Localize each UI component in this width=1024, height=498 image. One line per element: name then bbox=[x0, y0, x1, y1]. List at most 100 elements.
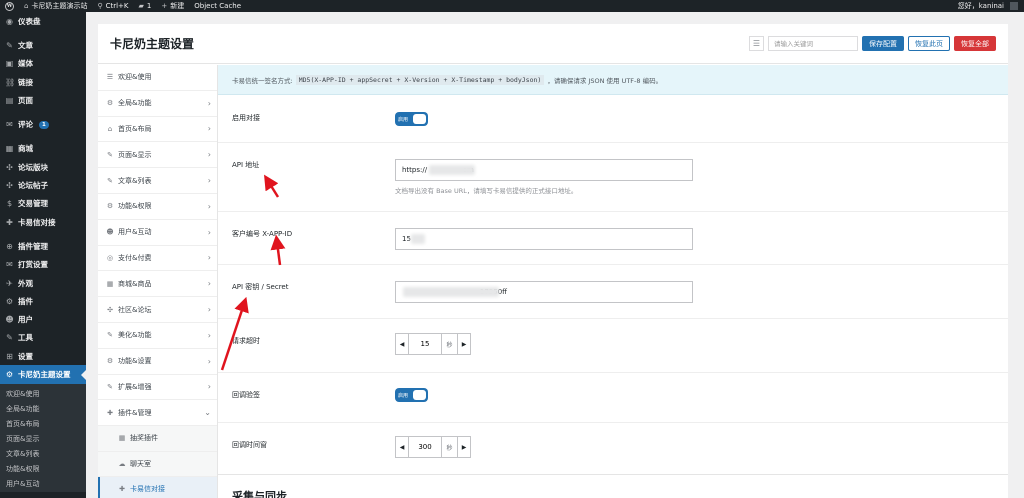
menu-icon: ⊞ bbox=[6, 351, 13, 361]
settings-tab[interactable]: ✎ 文章&列表 › bbox=[98, 168, 217, 194]
tab-label: 功能&设置 bbox=[118, 357, 152, 366]
comments-link[interactable]: ▰ 1 bbox=[134, 2, 157, 10]
timeout-value-input[interactable] bbox=[409, 334, 441, 354]
settings-tab[interactable]: ☰ 欢迎&使用 bbox=[98, 65, 217, 91]
admin-submenu-item[interactable]: 页面&显示 bbox=[0, 432, 86, 447]
tab-icon: ✣ bbox=[107, 305, 113, 314]
admin-menu-item[interactable]: ✈ 外观 bbox=[0, 274, 86, 292]
field-enable-row: 启用对接 启用 bbox=[218, 95, 1008, 143]
increment-button[interactable]: ▶ bbox=[457, 437, 470, 457]
tab-label: 卡易信对接 bbox=[130, 485, 165, 494]
menu-label: 仪表盘 bbox=[18, 16, 41, 26]
unit-label: 秒 bbox=[441, 437, 457, 457]
callback-verify-toggle[interactable]: 启用 bbox=[395, 388, 428, 402]
settings-tab[interactable]: ⌂ 首页&布局 › bbox=[98, 117, 217, 143]
settings-tab[interactable]: ⚙ 全局&功能 › bbox=[98, 91, 217, 117]
admin-menu-item[interactable]: ✎ 工具 bbox=[0, 329, 86, 347]
menu-icon: $ bbox=[6, 199, 13, 209]
tab-label: 支付&付费 bbox=[118, 253, 152, 262]
tab-label: 聊天室 bbox=[130, 459, 151, 468]
tab-icon: ✎ bbox=[107, 150, 113, 159]
field-label: 回调验签 bbox=[232, 391, 260, 399]
admin-submenu-item[interactable]: 欢迎&使用 bbox=[0, 387, 86, 402]
settings-sub-tab[interactable]: ☁ 聊天室 bbox=[98, 451, 217, 478]
tab-label: 首页&布局 bbox=[118, 124, 152, 133]
admin-menu-item[interactable]: ▤ 页面 bbox=[0, 91, 86, 109]
admin-menu-item[interactable]: ◉ 仪表盘 bbox=[0, 12, 86, 30]
admin-menu-item[interactable]: ⛓ 链接 bbox=[0, 73, 86, 91]
menu-label: 卡易信对接 bbox=[18, 217, 56, 227]
list-icon[interactable]: ☰ bbox=[749, 36, 764, 51]
comment-count-badge: 1 bbox=[39, 120, 49, 129]
admin-menu-item[interactable]: ✎ 文章 bbox=[0, 36, 86, 54]
settings-sub-tab[interactable]: ✚ 卡易信对接 bbox=[98, 477, 217, 498]
menu-label: 媒体 bbox=[18, 59, 33, 69]
tab-icon: ⚙ bbox=[106, 202, 114, 211]
field-label: 请求超时 bbox=[232, 337, 260, 345]
settings-tab[interactable]: ◎ 支付&付费 › bbox=[98, 246, 217, 272]
new-content-link[interactable]: + 新建 bbox=[156, 1, 189, 11]
save-button[interactable]: 保存配置 bbox=[862, 36, 904, 51]
tab-icon: ⚙ bbox=[106, 357, 114, 366]
admin-menu-item[interactable]: ⚙ 卡尼奶主题设置 bbox=[0, 365, 86, 384]
field-label: 回调时间窗 bbox=[232, 441, 267, 449]
settings-tab[interactable]: ✚ 插件&管理 ⌄ bbox=[98, 400, 217, 427]
admin-submenu-item[interactable]: 用户&互动 bbox=[0, 477, 86, 492]
admin-menu-item[interactable]: ▣ 媒体 bbox=[0, 55, 86, 73]
settings-content: 卡易信统一签名方式: MD5(X-APP-ID + appSecret + X-… bbox=[218, 65, 1008, 498]
admin-menu-item[interactable]: ⊕ 插件管理 bbox=[0, 237, 86, 255]
menu-label: 用户 bbox=[18, 315, 33, 325]
menu-icon: ⊕ bbox=[6, 241, 13, 251]
tab-label: 美化&功能 bbox=[118, 331, 152, 340]
page-title: 卡尼奶主题设置 bbox=[110, 37, 195, 51]
user-account-link[interactable]: 您好，kaninai bbox=[953, 1, 1024, 11]
restore-page-button[interactable]: 恢复此页 bbox=[908, 36, 950, 51]
settings-tab[interactable]: ✎ 扩展&增强 › bbox=[98, 375, 217, 401]
tab-icon: ☻ bbox=[106, 228, 114, 237]
admin-menu-item[interactable]: ✚ 卡易信对接 bbox=[0, 213, 86, 231]
settings-tab[interactable]: ✎ 页面&显示 › bbox=[98, 142, 217, 169]
client-id-input[interactable] bbox=[395, 228, 693, 250]
admin-menu-item[interactable]: ✉ 打赏设置 bbox=[0, 256, 86, 274]
admin-submenu-item[interactable]: 文章&列表 bbox=[0, 447, 86, 462]
field-label: API 密钥 / Secret bbox=[232, 283, 289, 291]
theme-settings-panel: 卡尼奶主题设置 ☰ 保存配置 恢复此页 恢复全部 ☰ 欢迎&使用 ⚙ 全局&功能 › ⌂ 首… bbox=[98, 24, 1008, 498]
settings-tab[interactable]: ▦ 商城&商品 › bbox=[98, 271, 217, 298]
settings-tab[interactable]: ✣ 社区&论坛 › bbox=[98, 297, 217, 323]
signature-notice: 卡易信统一签名方式: MD5(X-APP-ID + appSecret + X-… bbox=[218, 65, 1008, 95]
increment-button[interactable]: ▶ bbox=[457, 334, 470, 354]
callback-window-value-input[interactable] bbox=[409, 437, 441, 457]
menu-label: 外观 bbox=[18, 278, 33, 288]
home-icon: ⌂ bbox=[24, 2, 29, 10]
decrement-button[interactable]: ◀ bbox=[396, 437, 409, 457]
search-input[interactable] bbox=[768, 36, 858, 51]
admin-submenu-item[interactable]: 全局&功能 bbox=[0, 402, 86, 417]
decrement-button[interactable]: ◀ bbox=[396, 334, 409, 354]
object-cache-link[interactable]: Object Cache bbox=[189, 2, 246, 10]
admin-submenu-item[interactable]: 首页&布局 bbox=[0, 417, 86, 432]
admin-menu-item[interactable]: ▦ 商城 bbox=[0, 140, 86, 158]
command-palette-button[interactable]: ⚲ Ctrl+K bbox=[92, 2, 133, 10]
settings-tab[interactable]: ⚙ 功能&设置 › bbox=[98, 349, 217, 375]
admin-submenu-item[interactable]: 功能&权限 bbox=[0, 462, 86, 477]
menu-label: 文章 bbox=[18, 40, 33, 50]
enable-toggle[interactable]: 启用 bbox=[395, 112, 428, 126]
wordpress-icon: W bbox=[5, 1, 14, 11]
admin-menu-item[interactable]: ⊞ 设置 bbox=[0, 347, 86, 365]
admin-menu-item[interactable]: ✣ 论坛帖子 bbox=[0, 176, 86, 194]
settings-tab[interactable]: ☻ 用户&互动 › bbox=[98, 220, 217, 246]
settings-sub-tab[interactable]: ▦ 抽奖插件 bbox=[98, 426, 217, 452]
settings-tab[interactable]: ✎ 美化&功能 › bbox=[98, 323, 217, 349]
settings-tab[interactable]: ⚙ 功能&权限 › bbox=[98, 194, 217, 220]
admin-menu-item[interactable]: ✣ 论坛版块 bbox=[0, 158, 86, 176]
tab-label: 社区&论坛 bbox=[118, 305, 152, 314]
site-name-link[interactable]: ⌂ 卡尼奶主题演示站 bbox=[19, 1, 92, 11]
admin-menu-item[interactable]: $ 交易管理 bbox=[0, 195, 86, 213]
restore-all-button[interactable]: 恢复全部 bbox=[954, 36, 996, 51]
redaction-mask bbox=[411, 234, 425, 244]
admin-menu-item[interactable]: ✉ 评论 1 bbox=[0, 115, 86, 133]
menu-label: 商城 bbox=[18, 144, 33, 154]
admin-menu-item[interactable]: ☻ 用户 bbox=[0, 310, 86, 328]
wordpress-logo[interactable]: W bbox=[0, 1, 19, 11]
admin-menu-item[interactable]: ⚙ 插件 bbox=[0, 292, 86, 310]
